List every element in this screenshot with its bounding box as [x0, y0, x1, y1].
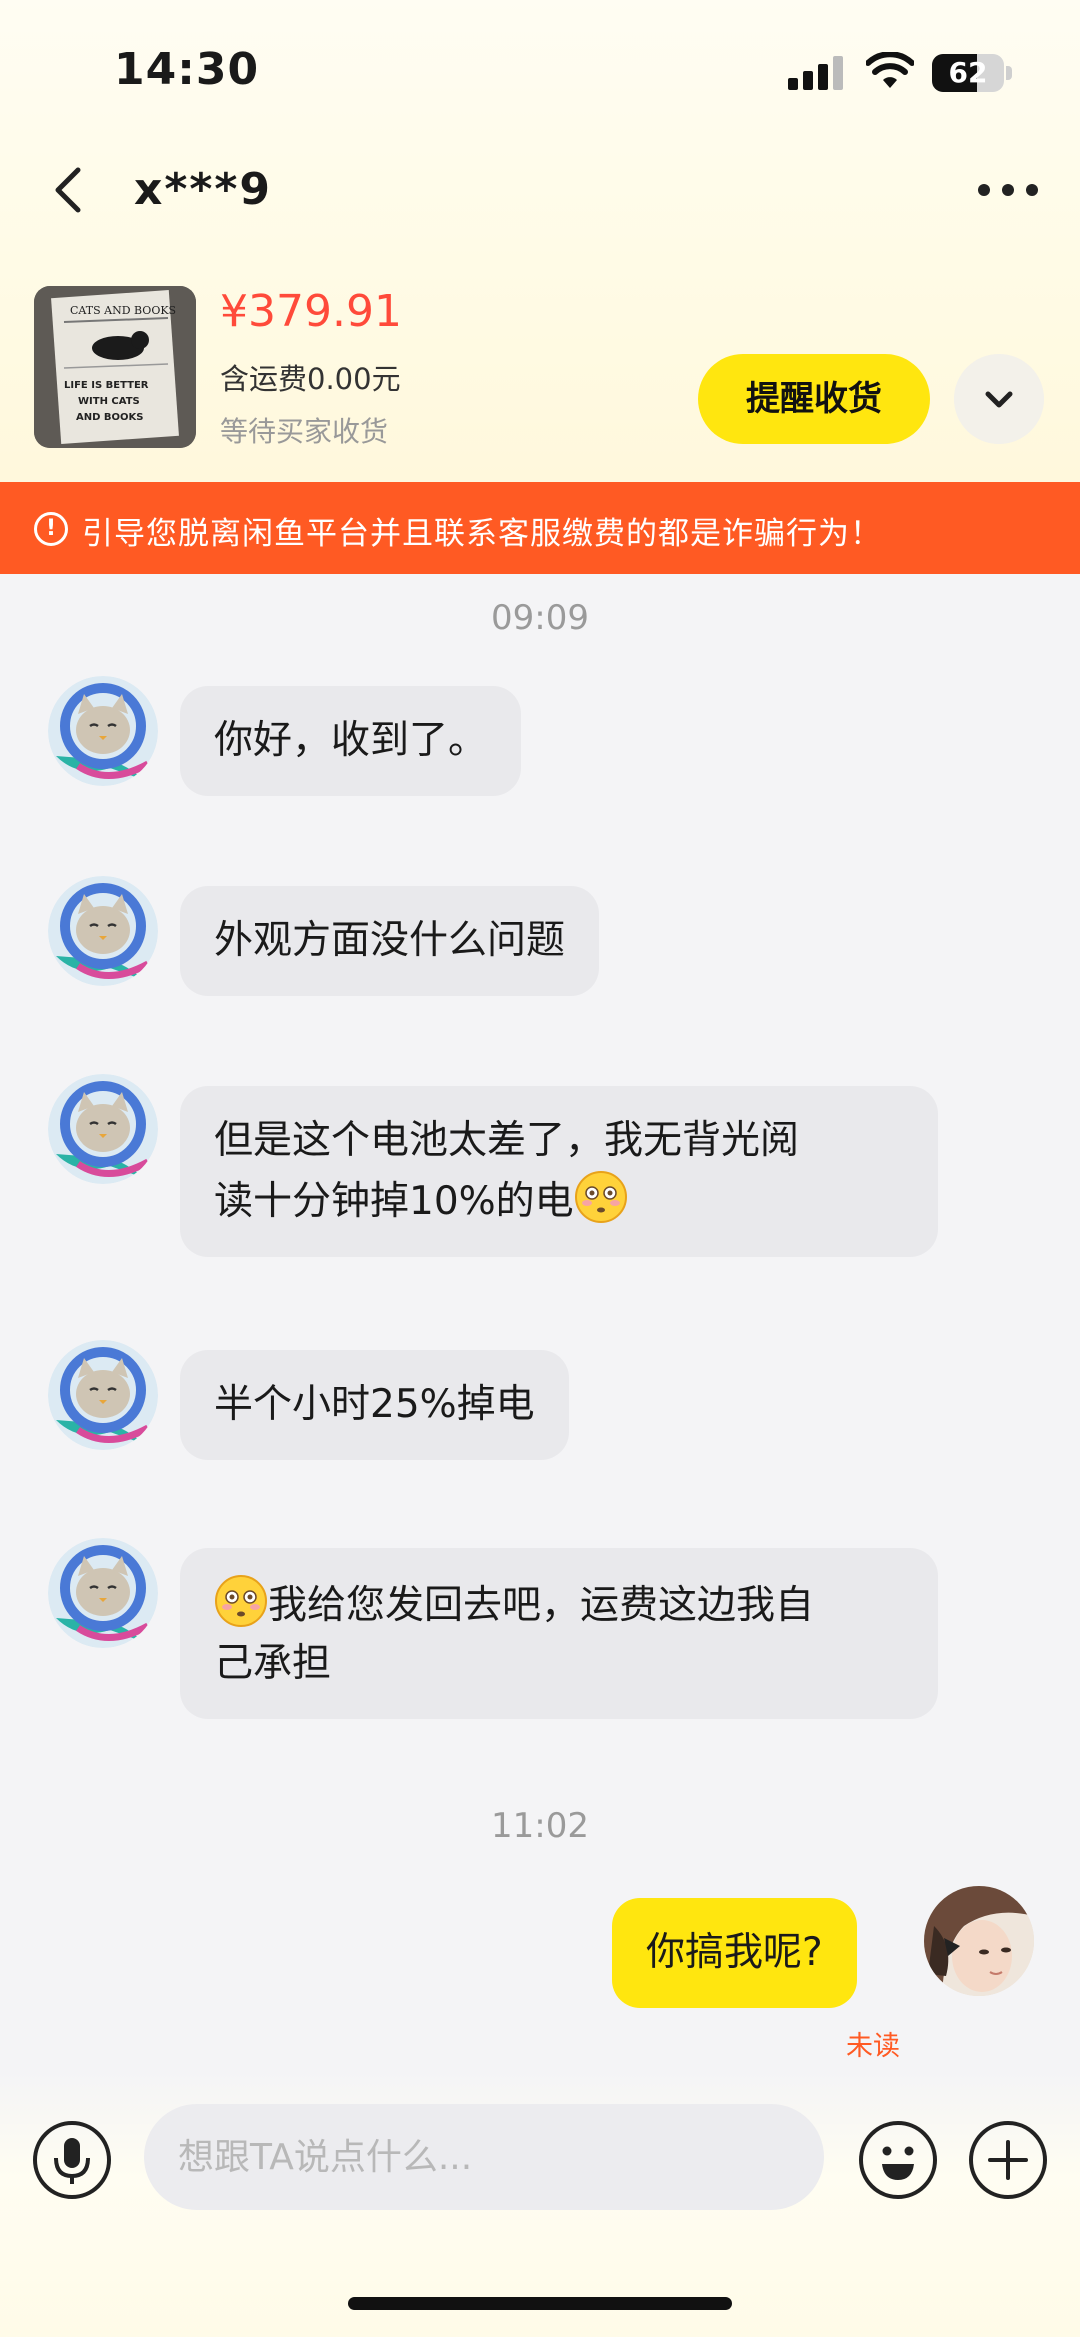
contact-avatar[interactable]: [48, 1340, 158, 1450]
poster-line-2: WITH CATS: [78, 396, 140, 407]
message-bubble-received[interactable]: 你好，收到了。: [180, 686, 522, 796]
status-time: 14:30: [114, 44, 260, 95]
message-bubble-received[interactable]: 我给您发回去吧，运费这边我自 己承担: [180, 1548, 938, 1719]
message-text: 我给您发回去吧，运费这边我自: [268, 1583, 815, 1628]
warning-text: 引导您脱离闲鱼平台并且联系客服缴费的都是诈骗行为！: [82, 516, 882, 552]
message-bubble-received[interactable]: 半个小时25%掉电: [180, 1350, 569, 1460]
cellular-signal-icon: [788, 56, 844, 90]
flushed-face-emoji-icon: [215, 1575, 267, 1627]
chat-nav-bar: x***9: [0, 150, 1080, 230]
contact-avatar[interactable]: [48, 1538, 158, 1648]
chat-timestamp: 09:09: [491, 598, 589, 638]
message-text: 但是这个电池太差了，我无背光阅: [214, 1118, 800, 1163]
more-options-icon[interactable]: [976, 180, 1040, 200]
my-avatar[interactable]: [924, 1886, 1034, 1996]
poster-line-1: LIFE IS BETTER: [64, 380, 149, 391]
unread-label: 未读: [846, 2031, 900, 2062]
chat-timestamp: 11:02: [491, 1806, 589, 1846]
message-bubble-received[interactable]: 但是这个电池太差了，我无背光阅 读十分钟掉10%的电: [180, 1086, 938, 1257]
back-arrow-icon[interactable]: [40, 160, 100, 220]
contact-avatar[interactable]: [48, 1074, 158, 1184]
contact-name: x***9: [134, 164, 273, 215]
flushed-face-emoji-icon: [574, 1171, 627, 1223]
chevron-down-icon[interactable]: [954, 354, 1044, 444]
product-price: ¥379.91: [220, 286, 402, 337]
message-bubble-sent[interactable]: 你搞我呢?: [612, 1898, 857, 2008]
message-bubble-received[interactable]: 外观方面没什么问题: [180, 886, 600, 996]
contact-avatar[interactable]: [48, 676, 158, 786]
poster-line-3: AND BOOKS: [76, 412, 143, 423]
plus-icon[interactable]: [968, 2120, 1048, 2200]
fraud-warning-banner: ! 引导您脱离闲鱼平台并且联系客服缴费的都是诈骗行为！: [0, 482, 1080, 574]
battery-percent: 62: [948, 56, 988, 89]
message-text: 读十分钟掉10%的电: [214, 1179, 574, 1224]
message-text: 己承担: [214, 1641, 332, 1686]
contact-avatar[interactable]: [48, 876, 158, 986]
product-thumbnail[interactable]: CATS AND BOOKS LIFE IS BETTER WITH CATS …: [34, 286, 196, 448]
status-bar: 14:30 62: [0, 0, 1080, 130]
battery-icon: 62: [932, 54, 1004, 92]
user-portrait-image: [924, 1886, 1034, 1996]
shipping-fee: 含运费0.00元: [220, 362, 401, 396]
order-status: 等待买家收货: [220, 415, 389, 448]
home-indicator: [348, 2297, 732, 2310]
message-input[interactable]: [144, 2104, 824, 2210]
battery-cap: [1006, 66, 1012, 80]
warning-icon: !: [34, 512, 68, 546]
microphone-icon[interactable]: [32, 2120, 112, 2200]
wifi-icon: [866, 52, 914, 88]
cats-and-books-poster-image: CATS AND BOOKS LIFE IS BETTER WITH CATS …: [34, 286, 196, 448]
poster-headline: CATS AND BOOKS: [70, 304, 176, 317]
product-card[interactable]: CATS AND BOOKS LIFE IS BETTER WITH CATS …: [0, 280, 1080, 460]
remind-receipt-button[interactable]: 提醒收货: [698, 354, 930, 444]
emoji-icon[interactable]: [858, 2120, 938, 2200]
